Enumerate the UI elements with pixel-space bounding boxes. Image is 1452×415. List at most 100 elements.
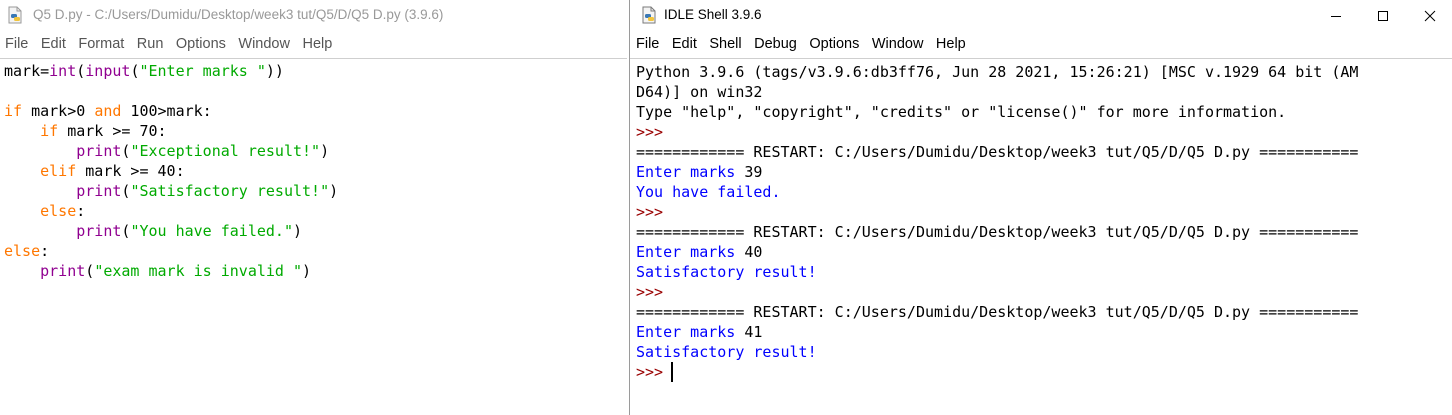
shell-output-text: Satisfactory result! — [636, 343, 817, 361]
builtin: print — [76, 222, 122, 240]
menu-window[interactable]: Window — [872, 36, 924, 52]
builtin: print — [76, 182, 122, 200]
menu-run[interactable]: Run — [137, 36, 164, 52]
shell-line: Python 3.9.6 (tags/v3.9.6:db3ff76, Jun 2… — [636, 62, 1452, 82]
editor-menubar: File Edit Format Run Options Window Help — [0, 31, 627, 57]
code-text: mark >= 40: — [76, 162, 185, 180]
python-file-icon — [8, 6, 22, 24]
shell-line: >>> — [636, 122, 1452, 142]
code-text: Type "help", "copyright", "credits" or "… — [636, 103, 1287, 121]
code-text: 39 — [744, 163, 763, 181]
string-literal: "Exceptional result!" — [130, 142, 321, 160]
string-literal: "You have failed." — [130, 222, 293, 240]
code-text: : — [76, 202, 86, 220]
shell-line: Enter marks 39 — [636, 162, 1452, 182]
code-text: mark>0 — [22, 102, 95, 120]
shell-output-text: Satisfactory result! — [636, 263, 817, 281]
menu-edit[interactable]: Edit — [672, 36, 697, 52]
code-text: ) — [329, 182, 339, 200]
menu-edit[interactable]: Edit — [41, 36, 66, 52]
code-editor[interactable]: mark=int(input("Enter marks ")) if mark>0… — [0, 58, 627, 415]
code-text: ============ RESTART: C:/Users/Dumidu/De… — [636, 143, 1359, 161]
menu-file[interactable]: File — [5, 36, 28, 52]
string-literal: "exam mark is invalid " — [94, 262, 303, 280]
shell-line: Satisfactory result! — [636, 262, 1452, 282]
editor-titlebar[interactable]: Q5 D.py - C:/Users/Dumidu/Desktop/week3 … — [0, 0, 627, 31]
shell-output-text: You have failed. — [636, 183, 781, 201]
builtin: print — [76, 142, 122, 160]
code-text: ( — [85, 262, 95, 280]
window-title: IDLE Shell 3.9.6 — [664, 7, 762, 22]
shell-window: IDLE Shell 3.9.6 File Edit Shell Debug Optio… — [629, 0, 1452, 415]
code-text: ============ RESTART: C:/Users/Dumidu/De… — [636, 303, 1359, 321]
minimize-button[interactable] — [1312, 0, 1359, 31]
keyword: elif — [40, 162, 77, 180]
keyword: and — [94, 102, 122, 120]
code-text: D64)] on win32 — [636, 83, 763, 101]
builtin: input — [85, 62, 131, 80]
menu-shell[interactable]: Shell — [709, 36, 741, 52]
code-text: 100>mark: — [121, 102, 212, 120]
code-text: ) — [320, 142, 330, 160]
shell-output-text: Enter marks — [636, 163, 745, 181]
code-text: Python 3.9.6 (tags/v3.9.6:db3ff76, Jun 2… — [636, 63, 1359, 81]
shell-line: Satisfactory result! — [636, 342, 1452, 362]
shell-line: ============ RESTART: C:/Users/Dumidu/De… — [636, 142, 1452, 162]
shell-menubar: File Edit Shell Debug Options Window Help — [630, 31, 1452, 57]
menu-options[interactable]: Options — [809, 36, 859, 52]
menu-help[interactable]: Help — [936, 36, 966, 52]
keyword: else — [4, 242, 41, 260]
code-text: : — [40, 242, 50, 260]
code-line: if mark>0 and 100>mark: — [4, 101, 627, 121]
menu-format[interactable]: Format — [78, 36, 124, 52]
shell-line: D64)] on win32 — [636, 82, 1452, 102]
code-line: print("Exceptional result!") — [4, 141, 627, 161]
shell-output-text: Enter marks — [636, 243, 745, 261]
builtin: print — [40, 262, 86, 280]
text-cursor — [671, 362, 674, 382]
code-text: 41 — [744, 323, 763, 341]
shell-line: >>> — [636, 282, 1452, 302]
code-text: mark= — [4, 62, 50, 80]
editor-window: Q5 D.py - C:/Users/Dumidu/Desktop/week3 … — [0, 0, 627, 415]
string-literal: "Satisfactory result!" — [130, 182, 330, 200]
python-file-icon — [642, 6, 656, 24]
close-icon — [1424, 10, 1435, 21]
shell-line: Enter marks 41 — [636, 322, 1452, 342]
code-text: 40 — [744, 243, 763, 261]
minimize-icon — [1330, 15, 1341, 17]
keyword: if — [40, 122, 59, 140]
code-text: ============ RESTART: C:/Users/Dumidu/De… — [636, 223, 1359, 241]
code-text: ) — [293, 222, 303, 240]
keyword: if — [4, 102, 23, 120]
code-line: else: — [4, 241, 627, 261]
code-line: if mark >= 70: — [4, 121, 627, 141]
code-line: else: — [4, 201, 627, 221]
menu-window[interactable]: Window — [238, 36, 290, 52]
shell-titlebar[interactable]: IDLE Shell 3.9.6 — [630, 0, 1452, 31]
code-line: elif mark >= 40: — [4, 161, 627, 181]
menu-debug[interactable]: Debug — [754, 36, 797, 52]
maximize-icon — [1377, 10, 1388, 21]
menu-file[interactable]: File — [636, 36, 659, 52]
window-controls — [1312, 0, 1452, 31]
close-button[interactable] — [1406, 0, 1452, 31]
shell-line: Type "help", "copyright", "credits" or "… — [636, 102, 1452, 122]
menu-help[interactable]: Help — [302, 36, 332, 52]
shell-prompt: >>> — [636, 363, 664, 381]
shell-prompt: >>> — [636, 283, 673, 301]
shell-output[interactable]: Python 3.9.6 (tags/v3.9.6:db3ff76, Jun 2… — [630, 58, 1452, 415]
code-line: print("You have failed.") — [4, 221, 627, 241]
menu-options[interactable]: Options — [176, 36, 226, 52]
shell-prompt: >>> — [636, 123, 673, 141]
maximize-button[interactable] — [1359, 0, 1406, 31]
builtin: int — [49, 62, 77, 80]
